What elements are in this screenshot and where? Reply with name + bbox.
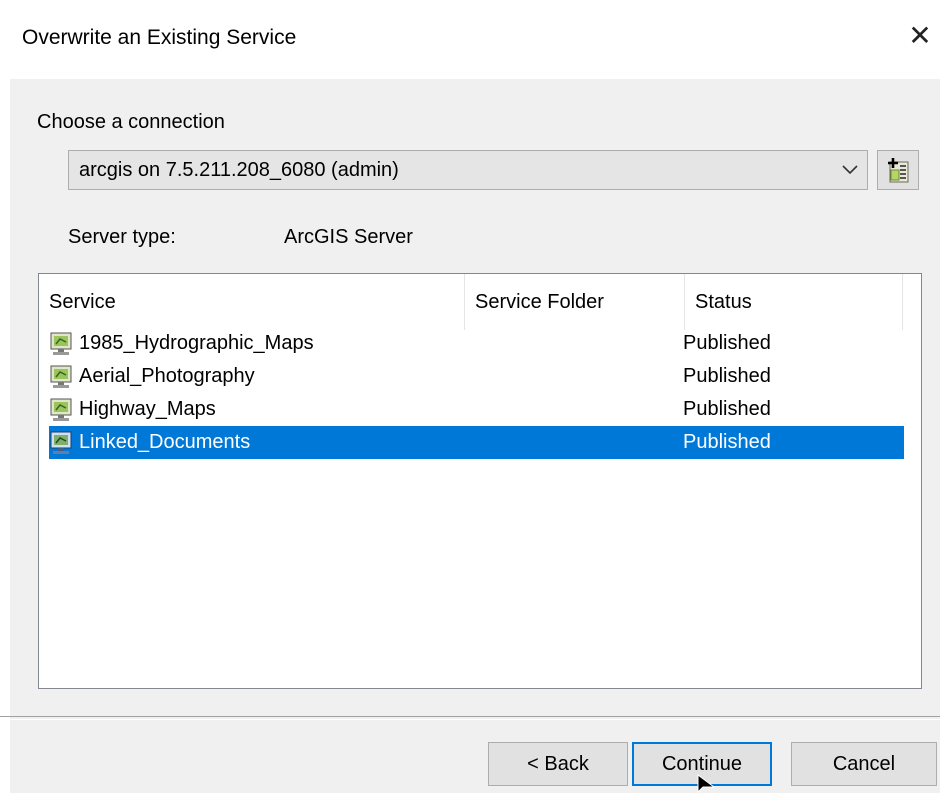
service-name: Linked_Documents [79,431,251,453]
services-list[interactable]: Service Service Folder Status 1985_Hydro… [38,273,922,689]
close-button[interactable]: ✕ [900,12,940,58]
chevron-down-icon [833,151,867,189]
connection-dropdown[interactable]: arcgis on 7.5.211.208_6080 (admin) [68,150,868,190]
service-row[interactable]: Highway_Maps Published [49,393,904,426]
column-header-service-folder[interactable]: Service Folder [465,274,685,330]
column-header-service[interactable]: Service [39,274,465,330]
service-status: Published [683,431,771,453]
service-name: 1985_Hydrographic_Maps [79,332,314,354]
map-service-icon [50,332,72,355]
window-edge [0,0,10,793]
service-row[interactable]: 1985_Hydrographic_Maps Published [49,327,904,360]
back-button[interactable]: < Back [488,742,628,786]
server-type-label: Server type: [68,226,176,248]
server-type-value: ArcGIS Server [284,226,413,248]
footer-divider [0,716,940,720]
connection-dropdown-value: arcgis on 7.5.211.208_6080 (admin) [79,158,399,181]
choose-connection-label: Choose a connection [37,111,225,133]
dialog-title: Overwrite an Existing Service [22,26,297,49]
column-header-status[interactable]: Status [685,274,903,330]
service-status: Published [683,365,771,387]
service-name: Aerial_Photography [79,365,255,387]
mouse-pointer-icon [697,774,715,793]
services-list-header: Service Service Folder Status [39,274,921,330]
close-icon: ✕ [908,19,932,51]
title-bar: Overwrite an Existing Service ✕ [0,0,940,79]
service-row-selected[interactable]: Linked_Documents Published [49,426,904,459]
add-connection-icon [888,158,909,183]
service-row[interactable]: Aerial_Photography Published [49,360,904,393]
map-service-icon [50,398,72,421]
service-status: Published [683,398,771,420]
overwrite-service-dialog: Overwrite an Existing Service ✕ Choose a… [0,0,940,793]
service-status: Published [683,332,771,354]
cancel-button[interactable]: Cancel [791,742,937,786]
add-connection-button[interactable] [877,150,919,190]
map-service-icon [50,431,72,454]
map-service-icon [50,365,72,388]
service-name: Highway_Maps [79,398,216,420]
